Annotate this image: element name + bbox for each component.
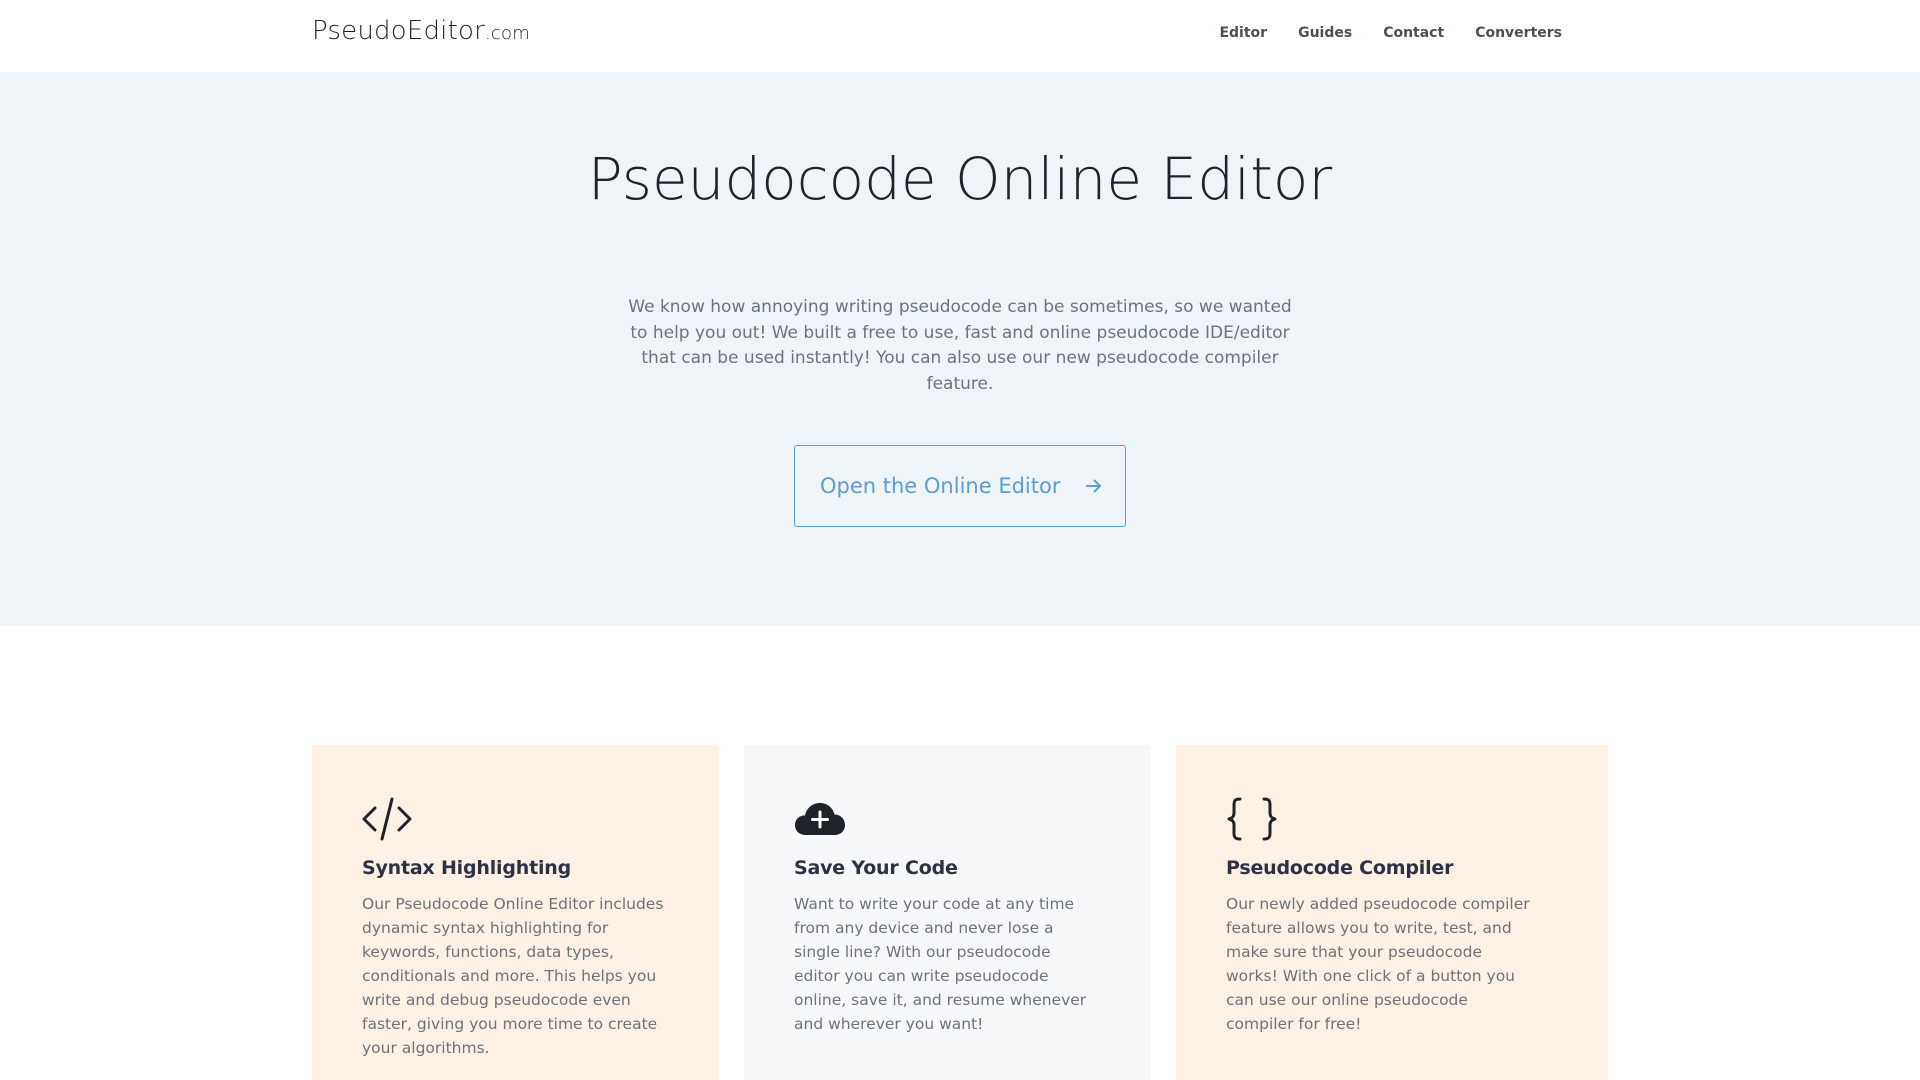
hero-title: Pseudocode Online Editor [587, 145, 1333, 213]
hero-description: We know how annoying writing pseudocode … [628, 297, 1292, 394]
arrow-right-icon [1086, 479, 1102, 493]
hero-section: Pseudocode Online Editor We know how ann… [0, 72, 1920, 626]
logo-main-text: PseudoEditor [312, 16, 485, 46]
curly-braces-icon [1227, 797, 1277, 841]
nav-link-contact[interactable]: Contact [1383, 25, 1444, 41]
feature-title: Pseudocode Compiler [1226, 857, 1454, 879]
nav-link-converters[interactable]: Converters [1475, 25, 1562, 41]
feature-text: Our newly added pseudocode compiler feat… [1226, 895, 1530, 1033]
cloud-plus-icon [795, 803, 845, 835]
code-tag-icon [362, 797, 412, 841]
feature-text: Want to write your code at any time from… [794, 895, 1087, 1033]
site-logo[interactable]: PseudoEditor.com [312, 16, 530, 46]
feature-text: Our Pseudocode Online Editor includes dy… [362, 895, 664, 1057]
logo-tld-text: .com [485, 23, 530, 44]
feature-title: Syntax Highlighting [362, 857, 571, 879]
site-header: PseudoEditor.com Editor Guides Contact C… [0, 0, 1920, 72]
feature-card-pseudocode-compiler: Pseudocode Compiler Our newly added pseu… [1176, 745, 1608, 1080]
open-editor-button-label: Open the Online Editor [820, 474, 1061, 498]
nav-link-guides[interactable]: Guides [1298, 25, 1352, 41]
open-editor-button[interactable]: Open the Online Editor [794, 445, 1126, 527]
nav-link-editor[interactable]: Editor [1219, 25, 1267, 41]
main-nav: Editor Guides Contact Converters [1219, 25, 1562, 41]
feature-card-syntax-highlighting: Syntax Highlighting Our Pseudocode Onlin… [312, 745, 719, 1080]
feature-title: Save Your Code [794, 857, 958, 879]
feature-card-save-code: Save Your Code Want to write your code a… [744, 745, 1151, 1080]
